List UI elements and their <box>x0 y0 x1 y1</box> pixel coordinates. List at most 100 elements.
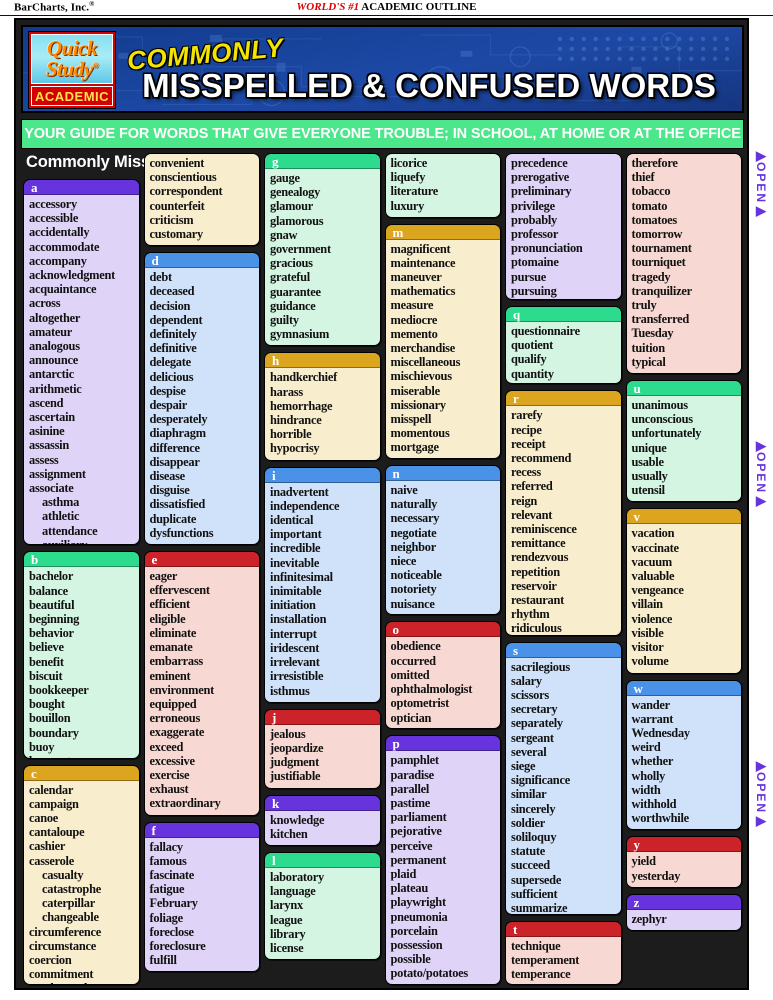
letter-card: j jealous jeopardize judgment justifiable <box>264 708 381 789</box>
word-item: ascertain <box>29 410 75 425</box>
word-item: correspondent <box>149 184 223 199</box>
word-item: dissatisfied <box>149 497 206 512</box>
word-item: merchandise <box>390 341 456 356</box>
word-item: summarize <box>511 901 568 915</box>
word-item: maneuver <box>390 270 442 285</box>
letter-card: l laboratory language larynx league library li… <box>264 851 381 961</box>
word-item: pneumonia <box>390 909 448 924</box>
word-item: despair <box>149 398 188 413</box>
word-item: circumstance <box>29 938 96 953</box>
word-item: changeable <box>42 910 99 925</box>
letter-card: i inadvertent independence identical importa… <box>264 466 381 703</box>
word-item: possession <box>390 938 443 953</box>
word-item: assess <box>29 452 59 467</box>
word-item: important <box>270 527 322 542</box>
word-item: reservoir <box>511 578 557 593</box>
word-item: knowledge <box>270 812 325 827</box>
word-item: emanate <box>149 640 193 655</box>
word-item: across <box>29 296 61 311</box>
word-item: erroneous <box>149 711 201 726</box>
word-list: calendar campaign canoe cantaloupe cashier ca… <box>24 780 139 984</box>
word-item: dysfunctions <box>149 525 214 540</box>
word-item: bouillon <box>29 711 71 726</box>
word-item: excessive <box>149 753 195 768</box>
word-item: magnificent <box>390 241 451 256</box>
letter-card: convenient conscientious correspondent coun… <box>143 153 260 247</box>
word-item: justifiable <box>270 769 321 784</box>
word-item: neighbor <box>390 539 437 554</box>
word-item: eager <box>149 569 178 584</box>
word-item: vacuum <box>631 554 673 569</box>
word-item: visible <box>631 625 664 640</box>
word-list: sacrilegious salary scissors secretary separ… <box>506 657 621 915</box>
word-item: permanent <box>390 852 447 867</box>
word-item: parallel <box>390 781 430 796</box>
letter-card: d debt deceased decision dependent definitely… <box>143 252 260 546</box>
word-item: ridiculous <box>511 621 562 636</box>
word-item: disease <box>149 469 186 484</box>
open-tab-2[interactable]: ▶ OPEN ▶ <box>749 439 773 507</box>
word-item: gymnasium <box>270 327 330 342</box>
letter-heading: f <box>144 822 259 838</box>
word-item: inevitable <box>270 555 320 570</box>
word-item: eligible <box>149 611 186 626</box>
letter-card: q questionnaire quotient qualify quantity <box>505 306 622 385</box>
word-item: optician <box>390 710 432 725</box>
word-item: hypocrisy <box>270 441 320 456</box>
word-item: villain <box>631 597 664 612</box>
word-item: tuition <box>631 340 666 355</box>
word-item: privilege <box>511 198 555 213</box>
word-item: interrupt <box>270 626 317 641</box>
word-item: weird <box>631 740 661 755</box>
word-item: repetition <box>511 564 560 579</box>
letter-card: k knowledge kitchen <box>264 794 381 846</box>
word-item: naive <box>390 483 418 498</box>
word-item: possible <box>390 952 431 967</box>
word-item: pursuing <box>511 283 557 298</box>
word-column: licorice liquefy literature luxury m magnific… <box>384 153 501 985</box>
word-item: tranquilizer <box>631 283 693 298</box>
word-item: valuable <box>631 569 675 584</box>
word-item: balance <box>29 583 68 598</box>
word-item: delicious <box>149 369 194 384</box>
open-tab-3[interactable]: ▶ OPEN ▶ <box>749 759 773 827</box>
word-item: eminent <box>149 668 191 683</box>
word-item: incredible <box>270 541 321 556</box>
word-item: government <box>270 242 331 257</box>
word-item: supersede <box>511 872 562 887</box>
word-item: several <box>511 744 547 759</box>
word-column: precedence prerogative preliminary privileg… <box>505 153 622 985</box>
word-item: maintenance <box>390 255 456 270</box>
word-item: beginning <box>29 611 80 626</box>
word-item: duplicate <box>149 511 197 526</box>
logo-upper: Quick Study® <box>31 34 113 84</box>
chart-page: Quick Study® ACADEMIC COMMONLY MISSPELLE… <box>14 18 749 990</box>
letter-card: therefore thief tobacco tomato tomatoes tomor… <box>625 153 742 375</box>
word-item: whether <box>631 754 674 769</box>
word-item: environment <box>149 682 215 697</box>
word-item: guidance <box>270 298 316 313</box>
word-list: unanimous unconscious unfortunately unique u… <box>626 396 741 502</box>
word-item: unfortunately <box>631 426 702 441</box>
word-column: convenient conscientious correspondent coun… <box>143 153 260 985</box>
word-item: accidentally <box>29 225 90 240</box>
word-item: embarrass <box>149 654 204 669</box>
word-list: vacation vaccinate vacuum valuable vengeance… <box>626 524 741 673</box>
letter-card: o obedience occurred omitted ophthalmologist… <box>384 621 501 730</box>
word-item: obedience <box>390 639 441 654</box>
word-item: recipe <box>511 422 542 437</box>
word-item: momentous <box>390 426 450 441</box>
word-item: analogous <box>29 339 80 354</box>
word-item: auxiliary <box>42 537 88 546</box>
letter-heading: o <box>385 622 500 638</box>
open-tab-1[interactable]: ▶ OPEN ▶ <box>749 149 773 217</box>
word-item: quantity <box>511 366 554 381</box>
word-item: vengeance <box>631 583 684 598</box>
quickstudy-logo: Quick Study® ACADEMIC <box>28 31 116 109</box>
word-item: handkerchief <box>270 370 337 385</box>
word-list: eager effervescent efficient eligible elimin… <box>144 567 259 815</box>
word-item: language <box>270 884 316 899</box>
word-item: pastime <box>390 796 431 811</box>
letter-card: v vacation vaccinate vacuum valuable vengeanc… <box>625 508 742 674</box>
word-item: technique <box>511 938 561 953</box>
